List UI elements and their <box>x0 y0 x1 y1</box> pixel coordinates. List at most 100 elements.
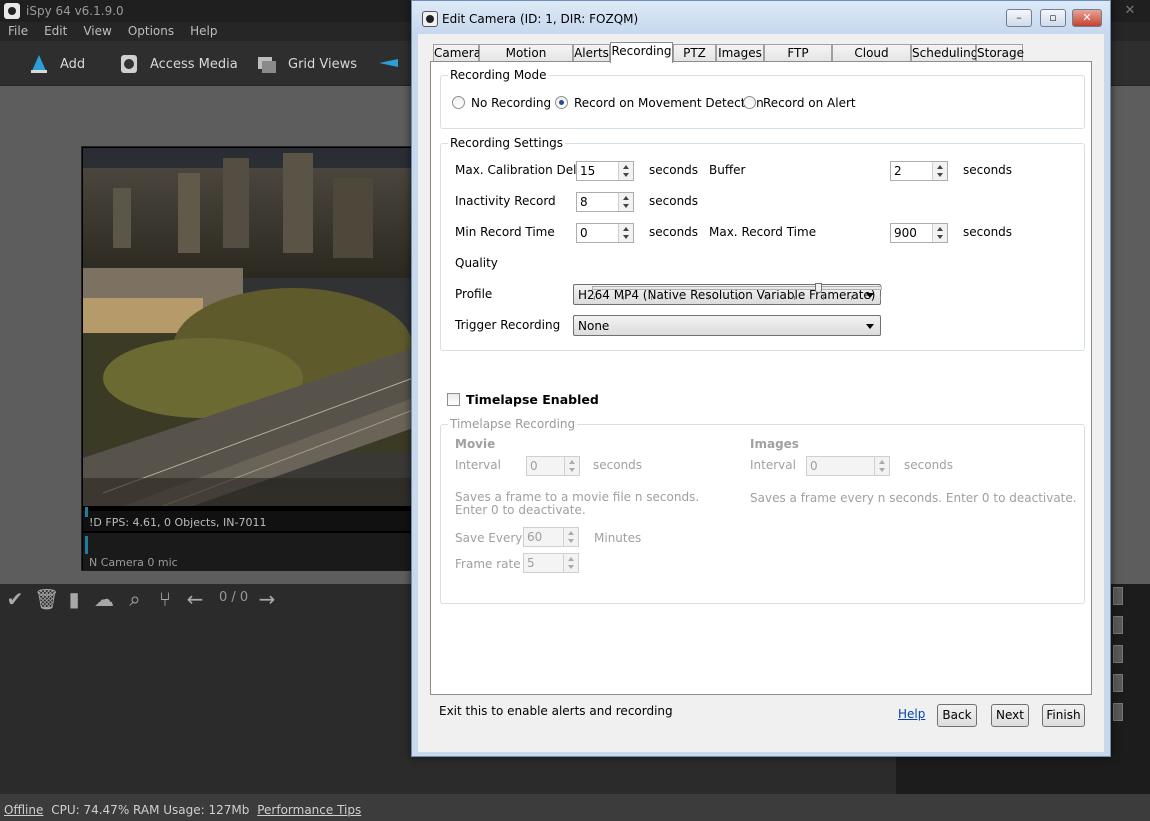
min-record-time-value: 0 <box>580 226 588 240</box>
share-icon[interactable]: ⑂ <box>154 588 176 610</box>
movie-interval-input[interactable]: 0 <box>526 456 580 476</box>
inactivity-record-unit: seconds <box>649 194 699 208</box>
spin-arrows-icon[interactable] <box>874 457 889 475</box>
minimize-button[interactable]: – <box>1006 9 1032 27</box>
record-on-movement-radio[interactable] <box>555 96 568 109</box>
extra-toolbar-button[interactable] <box>378 53 410 75</box>
record-on-alert-radio[interactable] <box>743 96 756 109</box>
min-record-time-label: Min Record Time <box>455 225 555 239</box>
trigger-recording-label: Trigger Recording <box>455 318 561 332</box>
max-calibration-delay-input[interactable]: 15 <box>576 161 634 181</box>
movie-interval-label: Interval <box>455 458 501 472</box>
max-record-time-input[interactable]: 900 <box>890 223 948 243</box>
spin-arrows-icon[interactable] <box>563 554 578 572</box>
trigger-recording-select[interactable]: None <box>573 315 881 336</box>
movie-hint: Saves a frame to a movie file n seconds.… <box>455 490 700 517</box>
spin-arrows-icon[interactable] <box>618 162 633 180</box>
quality-label: Quality <box>455 256 498 270</box>
dropdown-arrow-icon <box>866 324 874 329</box>
back-button[interactable]: Back <box>937 704 977 727</box>
side-toggle-4[interactable] <box>1113 674 1123 692</box>
timelapse-recording-title: Timelapse Recording <box>448 417 578 431</box>
performance-tips-link[interactable]: Performance Tips <box>257 803 361 817</box>
cloud-icon <box>379 59 398 67</box>
frame-rate-input[interactable]: 5 <box>523 553 579 573</box>
main-close-icon[interactable]: ✕ <box>1118 3 1142 19</box>
cloud-upload-icon[interactable]: ☁ <box>93 588 115 610</box>
record-on-alert-label[interactable]: Record on Alert <box>763 96 856 110</box>
camera-feed-image[interactable] <box>83 148 413 506</box>
slider-tick <box>765 296 767 300</box>
dialog-titlebar[interactable]: Edit Camera (ID: 1, DIR: FOZQM) – ▫ ✕ <box>412 1 1110 34</box>
slider-tick <box>651 296 653 300</box>
side-toggle-2[interactable] <box>1113 616 1123 634</box>
grid-views-button[interactable]: Grid Views <box>256 53 357 75</box>
access-media-button[interactable]: Access Media <box>118 53 238 75</box>
grid-views-icon <box>258 57 276 73</box>
quality-slider-thumb[interactable] <box>815 283 823 293</box>
camera-tile[interactable]: !D FPS: 4.61, 0 Objects, IN-7011 N Camer… <box>81 146 413 571</box>
dialog-title: Edit Camera (ID: 1, DIR: FOZQM) <box>442 12 639 26</box>
finish-button[interactable]: Finish <box>1042 704 1085 727</box>
recording-mode-title: Recording Mode <box>448 68 549 82</box>
spin-arrows-icon[interactable] <box>564 457 579 475</box>
ispy-eye-icon <box>422 11 438 27</box>
bookmark-icon[interactable]: ▮ <box>63 588 85 610</box>
trash-icon[interactable]: 🗑 <box>34 588 59 610</box>
maximize-button[interactable]: ▫ <box>1040 9 1066 27</box>
offline-link[interactable]: Offline <box>4 803 43 817</box>
images-heading: Images <box>750 437 799 451</box>
side-toggle-3[interactable] <box>1113 645 1123 663</box>
check-icon[interactable]: ✔ <box>4 588 26 610</box>
spin-arrows-icon[interactable] <box>563 528 578 546</box>
save-every-value: 60 <box>527 530 543 544</box>
timelapse-enabled-checkbox[interactable] <box>447 393 460 406</box>
recording-tab-page: Recording Mode No Recording Record on Mo… <box>430 61 1092 695</box>
menu-help[interactable]: Help <box>182 22 225 38</box>
close-button[interactable]: ✕ <box>1072 9 1102 27</box>
app-title: iSpy 64 v6.1.9.0 <box>26 4 124 18</box>
spin-arrows-icon[interactable] <box>932 162 947 180</box>
spin-arrows-icon[interactable] <box>618 193 633 211</box>
help-link[interactable]: Help <box>898 707 925 721</box>
save-every-label: Save Every <box>455 531 523 545</box>
menu-view[interactable]: View <box>75 22 119 38</box>
slider-tick <box>708 296 710 300</box>
side-toggle-5[interactable] <box>1113 703 1123 721</box>
spin-arrows-icon[interactable] <box>618 224 633 242</box>
media-page-counter: 0 / 0 <box>219 590 249 605</box>
slider-tick <box>594 296 595 300</box>
timelapse-enabled-label[interactable]: Timelapse Enabled <box>466 392 599 407</box>
inactivity-record-input[interactable]: 8 <box>576 192 634 212</box>
images-interval-input[interactable]: 0 <box>806 456 890 476</box>
max-calibration-delay-label: Max. Calibration Delay <box>455 163 591 177</box>
menu-file[interactable]: File <box>0 22 36 38</box>
tab-recording[interactable]: Recording <box>610 42 673 63</box>
menu-options[interactable]: Options <box>120 22 182 38</box>
buffer-label: Buffer <box>709 163 746 177</box>
min-record-time-unit: seconds <box>649 225 699 239</box>
arrow-left-icon[interactable]: ← <box>184 588 206 610</box>
quality-slider-track[interactable] <box>592 286 882 290</box>
menu-edit[interactable]: Edit <box>36 22 75 38</box>
save-every-unit: Minutes <box>594 531 642 545</box>
movie-heading: Movie <box>455 437 496 451</box>
arrow-right-icon[interactable]: → <box>256 588 278 610</box>
no-recording-radio[interactable] <box>452 96 465 109</box>
search-icon[interactable]: ⌕ <box>124 588 146 610</box>
media-icon <box>121 55 137 73</box>
images-hint: Saves a frame every n seconds. Enter 0 t… <box>750 491 1077 505</box>
side-toggle-1[interactable] <box>1113 587 1123 605</box>
min-record-time-input[interactable]: 0 <box>576 223 634 243</box>
add-button[interactable]: Add <box>28 53 85 75</box>
buffer-input[interactable]: 2 <box>890 161 948 181</box>
next-button[interactable]: Next <box>991 704 1029 727</box>
slider-tick <box>622 296 624 300</box>
save-every-input[interactable]: 60 <box>523 527 579 547</box>
max-calibration-delay-unit: seconds <box>649 163 699 177</box>
slider-tick <box>794 296 796 300</box>
images-interval-value: 0 <box>810 459 818 473</box>
no-recording-label[interactable]: No Recording <box>471 96 551 110</box>
record-on-movement-label[interactable]: Record on Movement Detection <box>574 96 764 110</box>
spin-arrows-icon[interactable] <box>932 224 947 242</box>
